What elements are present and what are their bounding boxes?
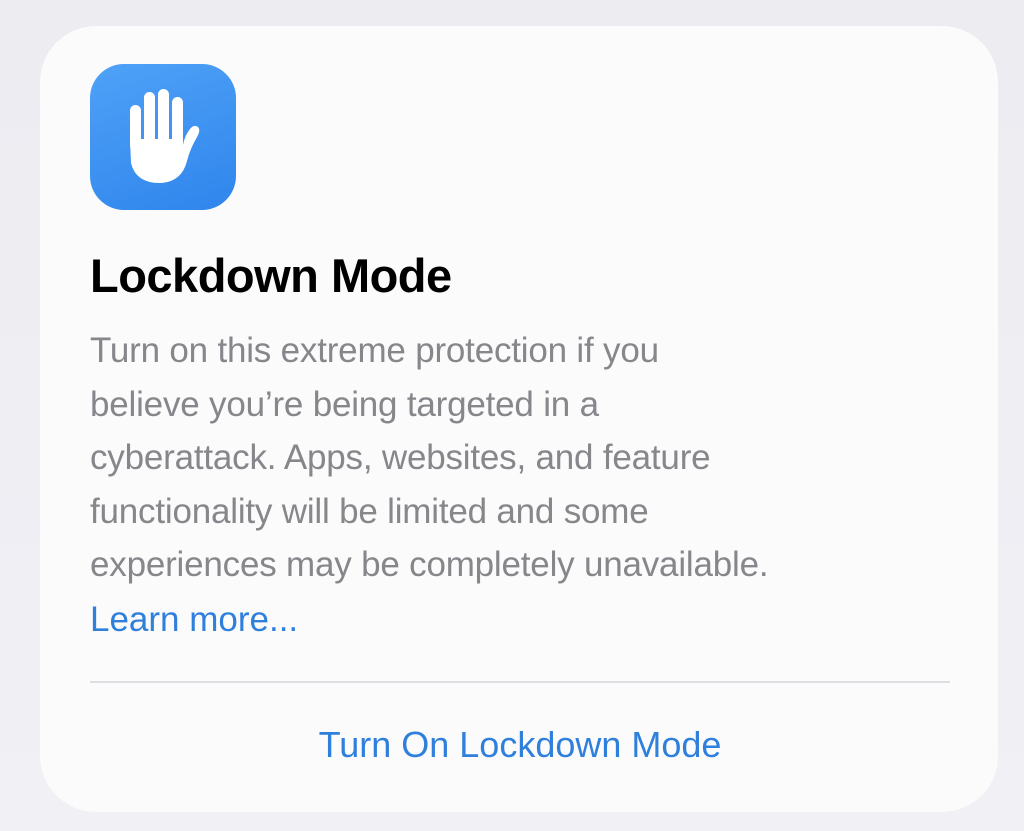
learn-more-link[interactable]: Learn more...	[90, 593, 298, 647]
lockdown-mode-card: Lockdown Mode Turn on this extreme prote…	[40, 26, 998, 812]
card-title: Lockdown Mode	[90, 249, 452, 302]
lockdown-mode-app-icon	[90, 64, 236, 210]
divider	[90, 681, 950, 683]
turn-on-lockdown-mode-button[interactable]: Turn On Lockdown Mode	[90, 719, 950, 771]
description-line: experiences may be completely unavailabl…	[90, 545, 769, 584]
card-description: Turn on this extreme protection if you b…	[90, 324, 970, 592]
settings-screen: Lockdown Mode Turn on this extreme prote…	[0, 0, 1024, 831]
description-line: cyberattack. Apps, websites, and feature	[90, 438, 711, 477]
hand-raised-icon	[130, 89, 200, 184]
description-line: functionality will be limited and some	[90, 491, 649, 531]
description-line: Turn on this extreme protection if you	[90, 331, 659, 370]
description-line: believe you’re being targeted in a	[90, 384, 599, 424]
